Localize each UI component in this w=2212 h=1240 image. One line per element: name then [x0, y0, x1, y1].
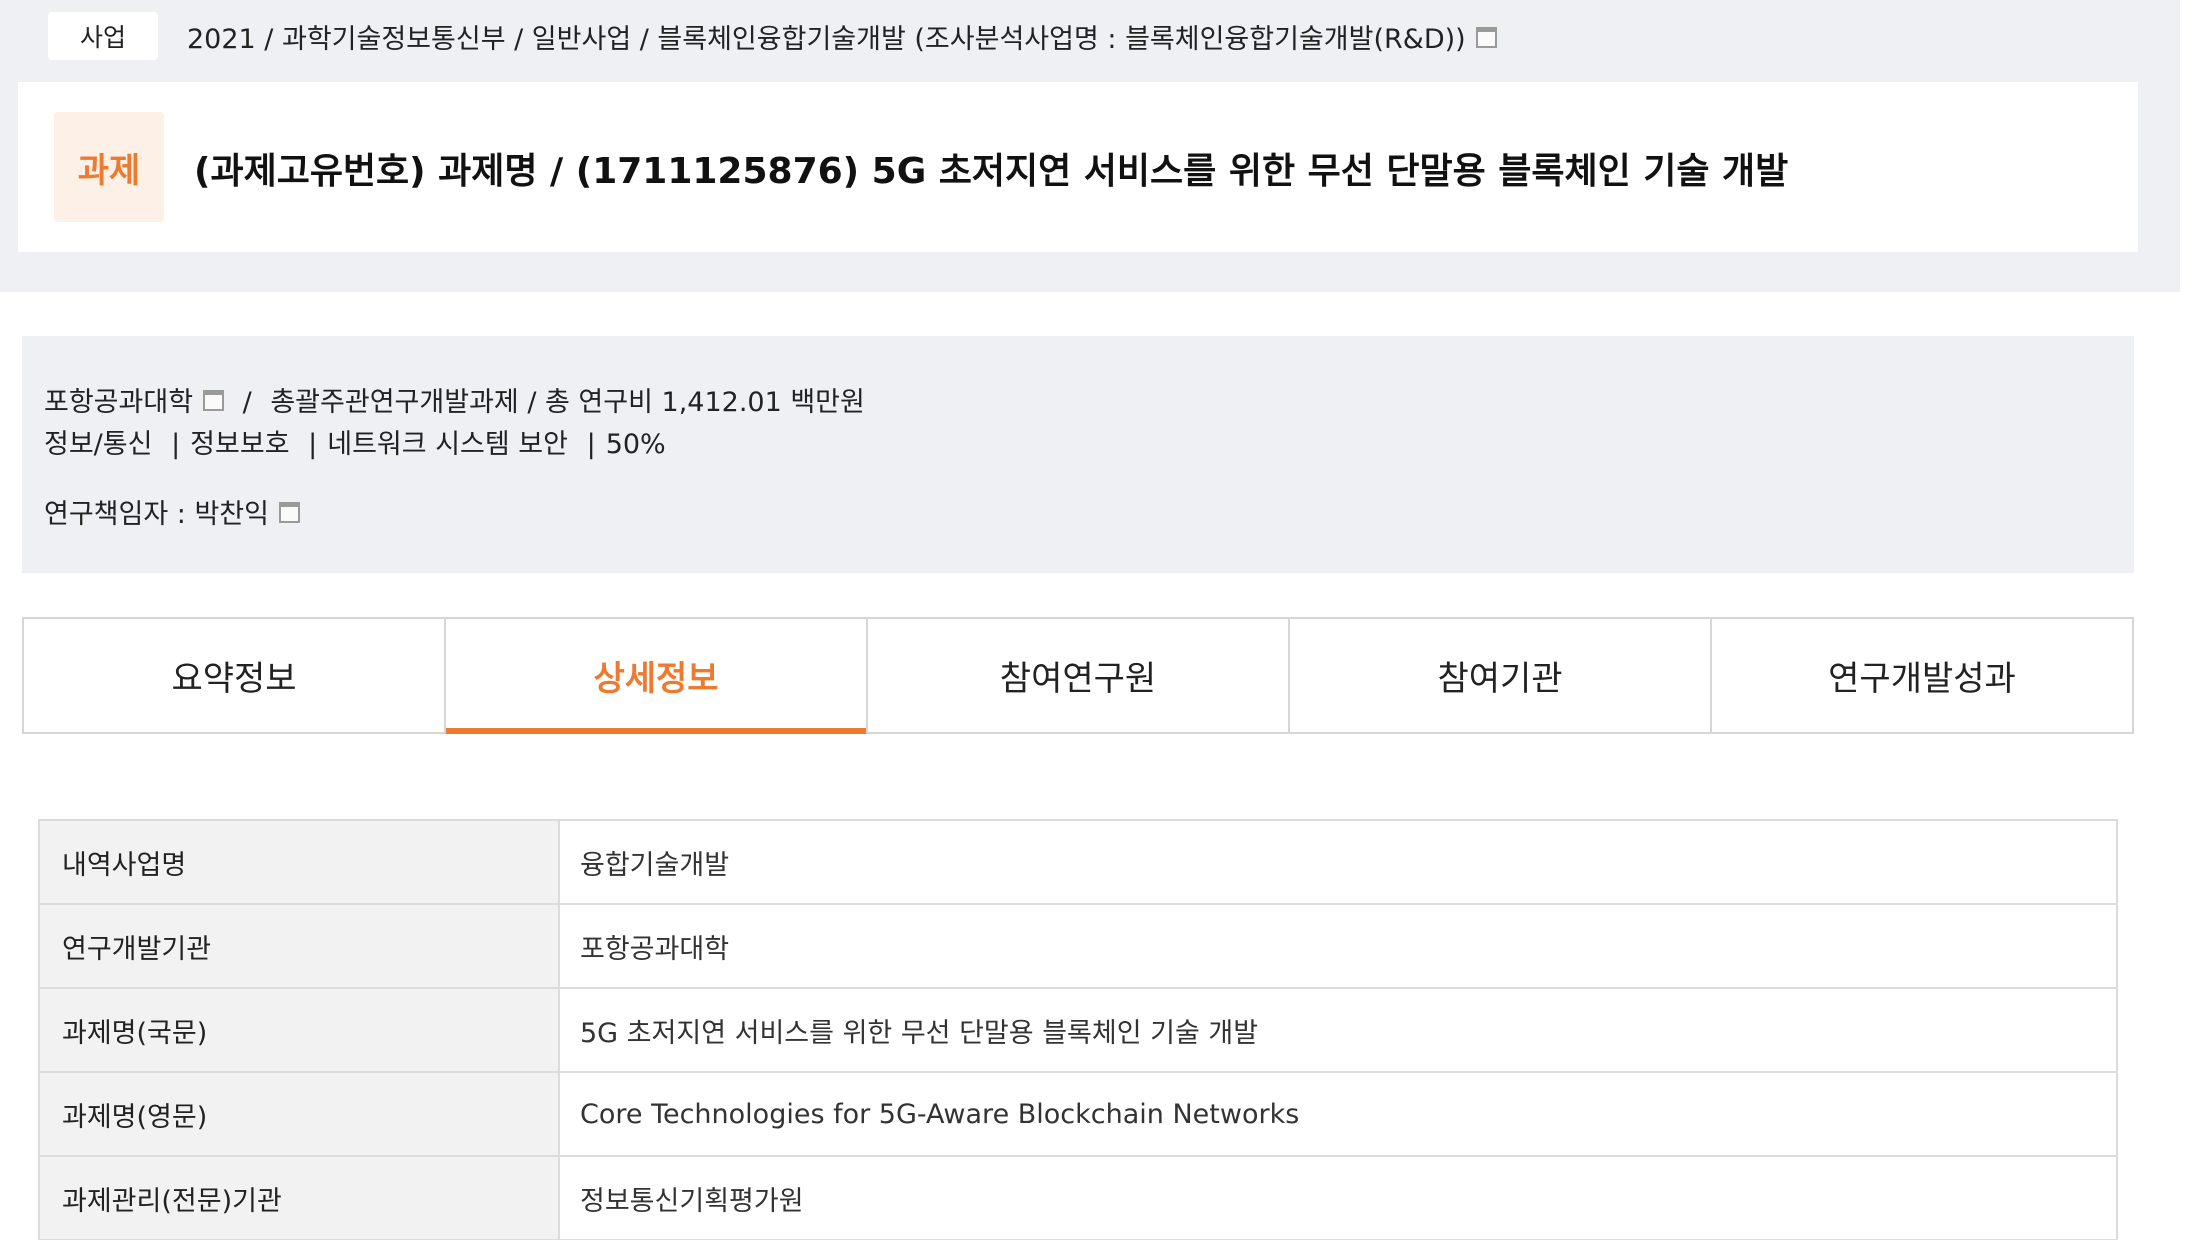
new-window-icon[interactable] — [1475, 27, 1497, 48]
category-line: 정보/통신 | 정보보호 | 네트워크 시스템 보안 | 50% — [44, 422, 666, 461]
task-card: 과제 (과제고유번호) 과제명 / (1711125876) 5G 초저지연 서… — [18, 82, 2138, 252]
new-window-icon[interactable] — [203, 390, 225, 411]
table-row: 과제명(영문) Core Technologies for 5G-Aware B… — [38, 1071, 2118, 1157]
tab-institutions[interactable]: 참여기관 — [1290, 619, 1712, 732]
detail-table: 내역사업명 융합기술개발 연구개발기관 포항공과대학 과제명(국문) 5G 초저… — [38, 819, 2118, 1240]
pipe-separator: | — [308, 429, 318, 460]
row-label: 과제관리(전문)기관 — [38, 1155, 560, 1240]
business-row: 사업 2021 / 과학기술정보통신부 / 일반사업 / 블록체인융합기술개발 … — [0, 0, 2180, 72]
pipe-separator: | — [586, 429, 596, 460]
business-badge: 사업 — [48, 12, 158, 60]
table-row: 연구개발기관 포항공과대학 — [38, 903, 2118, 989]
category-2: 정보보호 — [190, 429, 290, 460]
row-value: 포항공과대학 — [558, 903, 2118, 989]
task-title: (과제고유번호) 과제명 / (1711125876) 5G 초저지연 서비스를… — [194, 151, 1789, 192]
tab-outcomes[interactable]: 연구개발성과 — [1712, 619, 2132, 732]
project-info-box: 포항공과대학 / 총괄주관연구개발과제 / 총 연구비 1,412.01 백만원… — [22, 336, 2134, 573]
tab-detail[interactable]: 상세정보 — [446, 619, 868, 734]
row-label: 과제명(영문) — [38, 1071, 560, 1157]
tab-bar: 요약정보 상세정보 참여연구원 참여기관 연구개발성과 — [22, 617, 2134, 734]
institution-link[interactable]: 포항공과대학 — [44, 387, 193, 418]
category-ratio: 50% — [605, 429, 666, 460]
task-badge: 과제 — [54, 112, 164, 222]
pi-line: 연구책임자 : 박찬익 — [44, 492, 300, 531]
tab-researchers[interactable]: 참여연구원 — [868, 619, 1290, 732]
category-1: 정보/통신 — [44, 429, 153, 460]
row-value: Core Technologies for 5G-Aware Blockchai… — [558, 1071, 2118, 1157]
table-row: 과제명(국문) 5G 초저지연 서비스를 위한 무선 단말용 블록체인 기술 개… — [38, 987, 2118, 1073]
row-label: 내역사업명 — [38, 819, 560, 905]
row-label: 과제명(국문) — [38, 987, 560, 1073]
business-path-text: 2021 / 과학기술정보통신부 / 일반사업 / 블록체인융합기술개발 (조사… — [187, 24, 1466, 55]
tab-summary[interactable]: 요약정보 — [24, 619, 446, 732]
table-row: 내역사업명 융합기술개발 — [38, 819, 2118, 905]
row-label: 연구개발기관 — [38, 903, 560, 989]
row-value: 정보통신기획평가원 — [558, 1155, 2118, 1240]
new-window-icon[interactable] — [278, 502, 300, 523]
institution-line: 포항공과대학 / 총괄주관연구개발과제 / 총 연구비 1,412.01 백만원 — [44, 380, 865, 419]
business-path: 2021 / 과학기술정보통신부 / 일반사업 / 블록체인융합기술개발 (조사… — [187, 17, 1497, 56]
pipe-separator: | — [171, 429, 181, 460]
principal-investigator[interactable]: 연구책임자 : 박찬익 — [44, 499, 269, 530]
row-value: 5G 초저지연 서비스를 위한 무선 단말용 블록체인 기술 개발 — [558, 987, 2118, 1073]
header-band: 사업 2021 / 과학기술정보통신부 / 일반사업 / 블록체인융합기술개발 … — [0, 0, 2180, 292]
row-value: 융합기술개발 — [558, 819, 2118, 905]
table-row: 과제관리(전문)기관 정보통신기획평가원 — [38, 1155, 2118, 1240]
category-3: 네트워크 시스템 보안 — [327, 429, 568, 460]
slash-separator: / — [242, 387, 252, 418]
project-type: 총괄주관연구개발과제 / 총 연구비 1,412.01 백만원 — [270, 387, 865, 418]
